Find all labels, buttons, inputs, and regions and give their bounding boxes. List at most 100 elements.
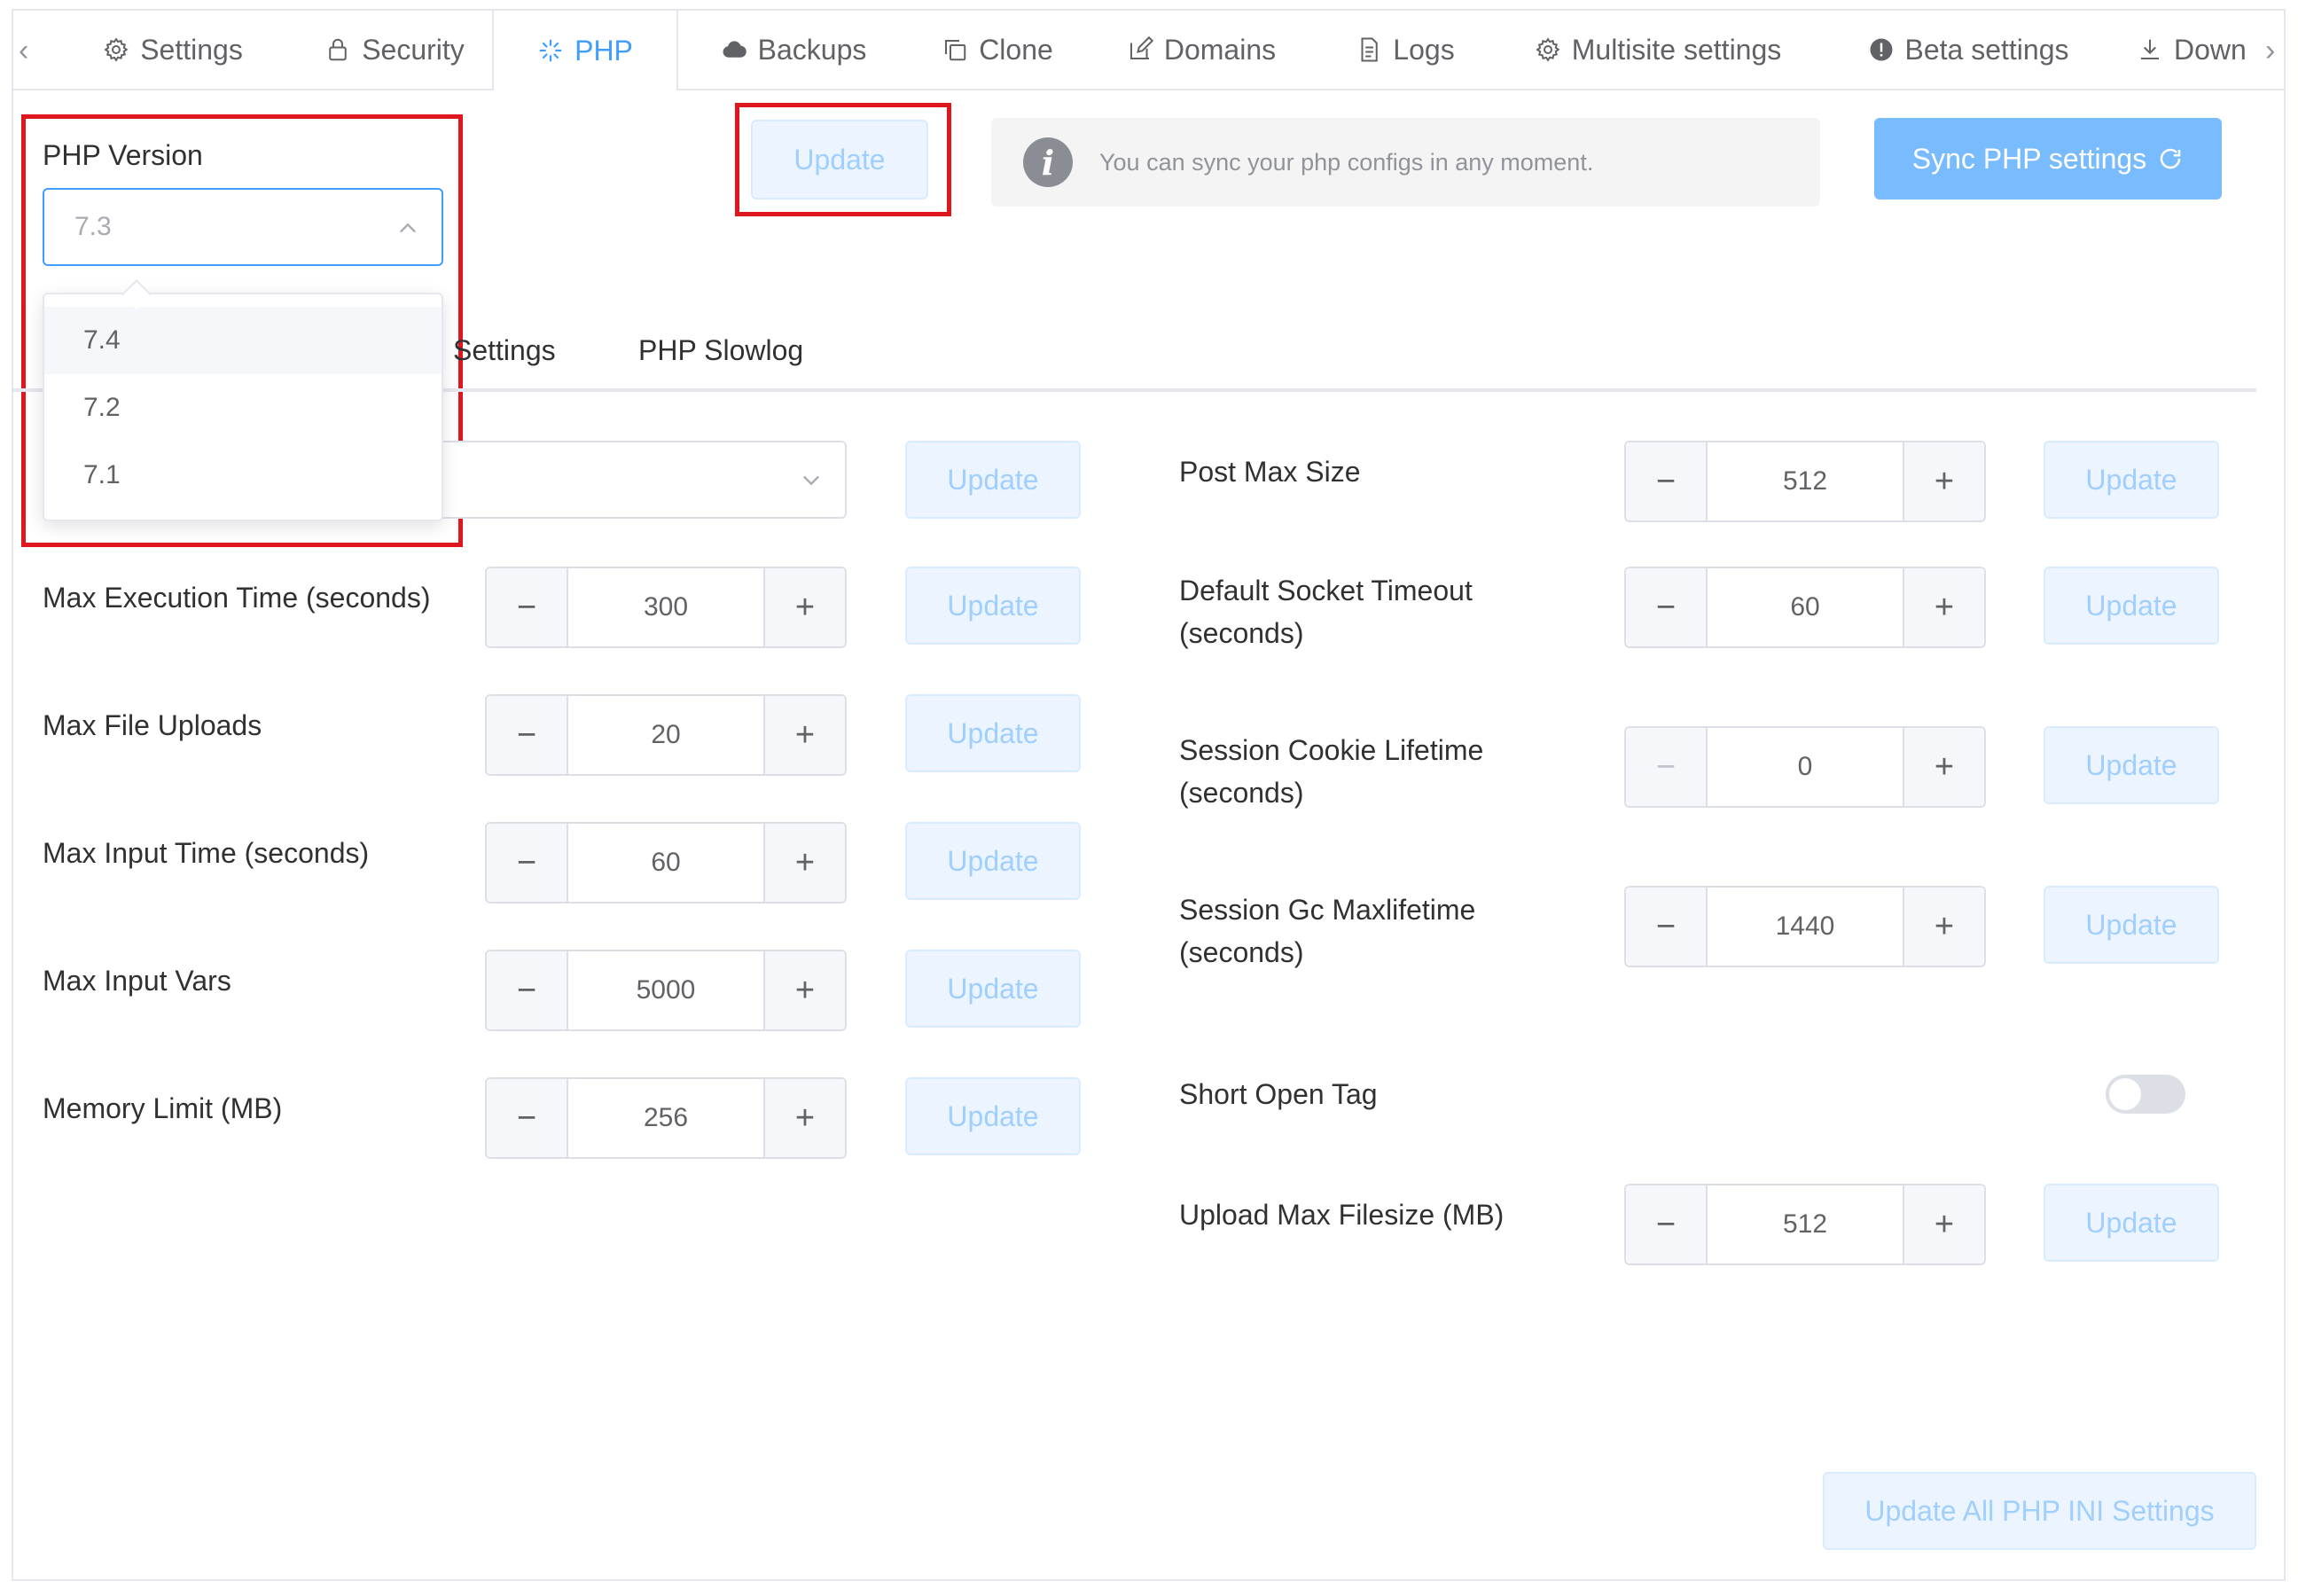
decrement-button[interactable]: −: [1626, 888, 1708, 966]
cloud-icon: [723, 41, 746, 58]
stepper-value[interactable]: 512: [1708, 1185, 1903, 1264]
tab-domains[interactable]: Domains: [1113, 11, 1290, 89]
stepper-value[interactable]: 5000: [568, 951, 763, 1029]
php-settings-panel: ‹ Settings Security PHP Backups Clone Do…: [12, 9, 2286, 1581]
stepper-value[interactable]: 20: [568, 696, 763, 774]
decrement-button[interactable]: −: [487, 951, 568, 1029]
update-button[interactable]: Update: [905, 1077, 1081, 1155]
refresh-icon: [2160, 148, 2181, 169]
increment-button[interactable]: +: [1903, 888, 1984, 966]
session-gc-maxlifetime-stepper: − 1440 +: [1624, 886, 1986, 967]
setting-label: Post Max Size: [1179, 456, 1361, 488]
gear-icon: [1536, 37, 1560, 62]
info-alert: i You can sync your php configs in any m…: [991, 118, 1820, 207]
subtab-php-slowlog[interactable]: PHP Slowlog: [638, 312, 803, 388]
increment-button[interactable]: +: [763, 696, 845, 774]
increment-button[interactable]: +: [763, 824, 845, 902]
setting-label: Max Input Time (seconds): [43, 837, 370, 869]
tab-label: Down: [2174, 33, 2247, 66]
switch-knob: [2109, 1078, 2141, 1110]
upload-max-filesize-stepper: − 512 +: [1624, 1184, 1986, 1265]
update-button[interactable]: Update: [2044, 726, 2219, 804]
decrement-button[interactable]: −: [1626, 728, 1708, 806]
tab-label: Backups: [757, 33, 867, 66]
update-button[interactable]: Update: [905, 441, 1081, 519]
stepper-value[interactable]: 512: [1708, 442, 1903, 520]
tab-security[interactable]: Security: [297, 11, 492, 89]
tab-logs[interactable]: Logs: [1343, 11, 1467, 89]
stepper-value[interactable]: 0: [1708, 728, 1903, 806]
php-version-dropdown: 7.4 7.2 7.1: [43, 279, 443, 521]
increment-button[interactable]: +: [1903, 728, 1984, 806]
setting-label: Session Cookie Lifetime (seconds): [1179, 734, 1484, 809]
max-execution-time-stepper: − 300 +: [485, 567, 847, 648]
chevron-right-icon[interactable]: ›: [2265, 35, 2275, 66]
tab-label: Multisite settings: [1571, 33, 1782, 66]
stepper-value[interactable]: 256: [568, 1079, 763, 1157]
setting-label: Max Input Vars: [43, 965, 231, 997]
info-message: You can sync your php configs in any mom…: [1099, 148, 1594, 176]
setting-label: Max Execution Time (seconds): [43, 582, 431, 614]
update-all-php-ini-button[interactable]: Update All PHP INI Settings: [1823, 1472, 2256, 1550]
chevron-left-icon[interactable]: ‹: [19, 35, 28, 66]
update-button[interactable]: Update: [2044, 886, 2219, 964]
max-input-time-stepper: − 60 +: [485, 822, 847, 904]
update-button[interactable]: Update: [905, 567, 1081, 645]
decrement-button[interactable]: −: [1626, 568, 1708, 646]
tab-backups[interactable]: Backups: [696, 11, 891, 89]
increment-button[interactable]: +: [763, 1079, 845, 1157]
stepper-value[interactable]: 1440: [1708, 888, 1903, 966]
php-version-option[interactable]: 7.4: [44, 307, 442, 374]
tab-clone[interactable]: Clone: [918, 11, 1077, 89]
subtab-label: l Settings: [439, 333, 556, 366]
update-button[interactable]: Update: [2044, 441, 2219, 519]
setting-label: Memory Limit (MB): [43, 1092, 283, 1124]
copy-icon: [945, 40, 966, 61]
tab-label: Security: [362, 33, 465, 66]
stepper-value[interactable]: 60: [1708, 568, 1903, 646]
tab-settings[interactable]: Settings: [75, 11, 270, 89]
update-button[interactable]: Update: [2044, 567, 2219, 645]
increment-button[interactable]: +: [763, 951, 845, 1029]
tab-label: Settings: [140, 33, 243, 66]
decrement-button[interactable]: −: [487, 824, 568, 902]
increment-button[interactable]: +: [763, 568, 845, 646]
tab-multisite-settings[interactable]: Multisite settings: [1520, 11, 1795, 89]
default-socket-timeout-stepper: − 60 +: [1624, 567, 1986, 648]
session-cookie-lifetime-stepper: − 0 +: [1624, 726, 1986, 808]
update-button[interactable]: Update: [905, 822, 1081, 900]
short-open-tag-switch[interactable]: [2106, 1075, 2185, 1114]
tab-beta-settings[interactable]: Beta settings: [1857, 11, 2079, 89]
decrement-button[interactable]: −: [1626, 442, 1708, 520]
php-version-option[interactable]: 7.2: [44, 374, 442, 442]
spinner-icon: [539, 39, 562, 62]
decrement-button[interactable]: −: [1626, 1185, 1708, 1264]
sync-php-settings-button[interactable]: Sync PHP settings: [1874, 118, 2222, 200]
decrement-button[interactable]: −: [487, 568, 568, 646]
update-button[interactable]: Update: [905, 694, 1081, 772]
tab-label: Beta settings: [1904, 33, 2069, 66]
document-icon: [1361, 37, 1379, 62]
tab-down[interactable]: Down: [2137, 11, 2270, 89]
sync-button-label: Sync PHP settings: [1911, 142, 2147, 175]
max-file-uploads-stepper: − 20 +: [485, 694, 847, 776]
increment-button[interactable]: +: [1903, 1185, 1984, 1264]
update-button[interactable]: Update: [905, 950, 1081, 1028]
chevron-down-icon: [803, 475, 819, 486]
decrement-button[interactable]: −: [487, 1079, 568, 1157]
tab-bar: ‹ Settings Security PHP Backups Clone Do…: [13, 11, 2284, 90]
tab-label: Logs: [1393, 33, 1455, 66]
tab-php[interactable]: PHP: [492, 11, 678, 90]
decrement-button[interactable]: −: [487, 696, 568, 774]
stepper-value[interactable]: 60: [568, 824, 763, 902]
stepper-value[interactable]: 300: [568, 568, 763, 646]
increment-button[interactable]: +: [1903, 442, 1984, 520]
subtab-ini-settings[interactable]: l Settings: [439, 312, 556, 388]
gear-icon: [104, 37, 129, 62]
update-button[interactable]: Update: [2044, 1184, 2219, 1262]
php-version-option[interactable]: 7.1: [44, 442, 442, 509]
warning-icon: [1870, 38, 1892, 61]
setting-label: Default Socket Timeout (seconds): [1179, 575, 1473, 649]
setting-label: Upload Max Filesize (MB): [1179, 1199, 1505, 1231]
increment-button[interactable]: +: [1903, 568, 1984, 646]
